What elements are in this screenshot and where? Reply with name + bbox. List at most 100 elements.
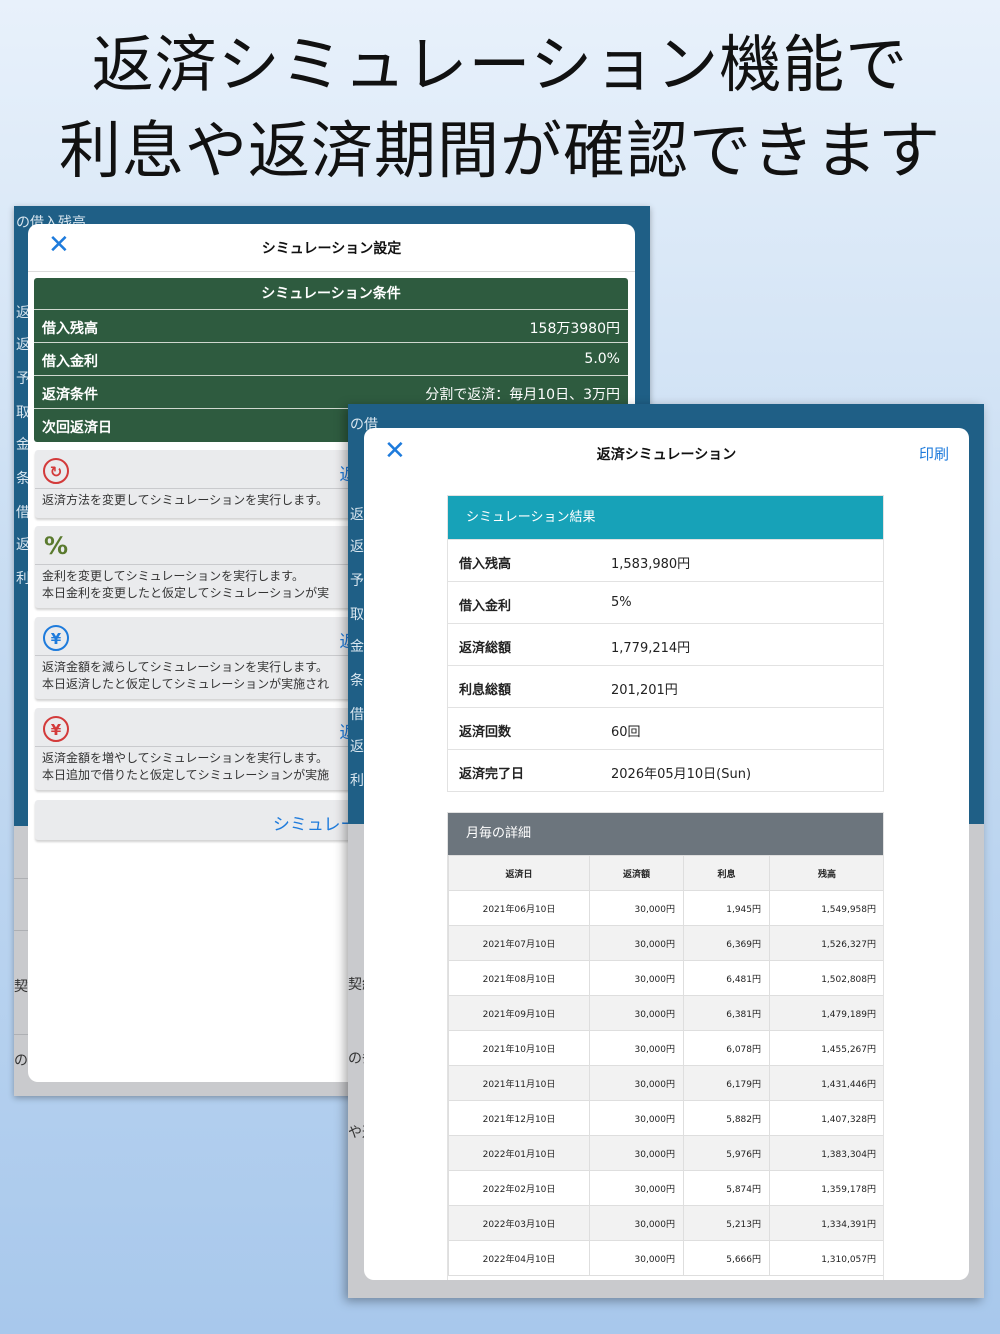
condition-value: 158万3980円 [529, 321, 620, 337]
table-row: 2022年02月10日 30,000円 5,874円 1,359,178円 [448, 1170, 883, 1206]
table-row: 2022年04月10日 30,000円 5,666円 1,310,057円 [448, 1240, 883, 1276]
result-label: 利息総額 [459, 683, 512, 698]
result-value: 5% [611, 595, 632, 610]
interest-cell: 6,381円 [683, 995, 770, 1031]
bg-fragment: 返 [350, 507, 364, 523]
repayment-amount-cell: 30,000円 [589, 1170, 684, 1206]
table-row: 2021年11月10日 30,000円 6,179円 1,431,446円 [448, 1065, 883, 1101]
option-desc-line: 本日追加で借りたと仮定してシミュレーションが実施 [42, 768, 330, 782]
repayment-amount-cell: 30,000円 [589, 1100, 684, 1136]
balance-cell: 1,431,446円 [769, 1065, 883, 1101]
option-desc-line: 返済金額を増やしてシミュレーションを実行します。 [42, 751, 328, 765]
modal-title: シミュレーション設定 [261, 241, 402, 257]
interest-cell: 5,976円 [683, 1135, 770, 1171]
interest-cell: 6,369円 [683, 925, 770, 961]
condition-label: 借入残高 [42, 321, 98, 337]
repayment-amount-cell: 30,000円 [589, 925, 684, 961]
repayment-amount-cell: 30,000円 [589, 1030, 684, 1066]
result-label: 返済完了日 [459, 767, 525, 782]
repayment-amount-cell: 30,000円 [589, 995, 684, 1031]
table-body: 2021年06月10日 30,000円 1,945円 1,549,958円 2021年0… [448, 890, 883, 1276]
option-desc-line: 返済金額を減らしてシミュレーションを実行します。 [42, 660, 328, 674]
monthly-detail-table: 返済日 返済額 利息 残高 2021年06月10日 30,000円 1,945円 1,… [448, 855, 883, 1276]
balance-cell: 1,549,958円 [769, 890, 883, 926]
interest-cell: 5,882円 [683, 1100, 770, 1136]
column-header: 返済額 [589, 855, 684, 891]
interest-cell: 5,213円 [683, 1205, 770, 1241]
repayment-date-cell: 2022年02月10日 [448, 1170, 590, 1206]
headline-line-2: 利息や返済期間が確認できます [58, 114, 941, 187]
balance-cell: 1,479,189円 [769, 995, 883, 1031]
detail-header: 月毎の詳細 [448, 813, 883, 855]
option-desc-line: 金利を変更してシミュレーションを実行します。 [42, 569, 304, 583]
table-row: 2022年03月10日 30,000円 5,213円 1,334,391円 [448, 1205, 883, 1241]
result-value: 201,201円 [611, 683, 678, 698]
option-description: 返済金額を増やしてシミュレーションを実行します。 本日追加で借りたと仮定してシミ… [42, 750, 329, 784]
condition-row: 借入残高 158万3980円 [34, 310, 628, 343]
column-header: 利息 [683, 855, 770, 891]
balance-cell: 1,502,808円 [769, 960, 883, 996]
result-row: 借入残高 1,583,980円 [448, 539, 883, 581]
balance-cell: 1,359,178円 [769, 1170, 883, 1206]
result-row: 借入金利 5% [448, 581, 883, 623]
table-header-row: 返済日 返済額 利息 残高 [448, 855, 883, 891]
result-row: 返済完了日 2026年05月10日(Sun) [448, 749, 883, 791]
result-row: 利息総額 201,201円 [448, 665, 883, 707]
table-row: 2021年07月10日 30,000円 6,369円 1,526,327円 [448, 925, 883, 961]
option-desc-line: 本日金利を変更したと仮定してシミュレーションが実 [42, 586, 330, 600]
bg-fragment: 条 [350, 673, 364, 689]
headline: 返済シミュレーション機能で 利息や返済期間が確認できます [0, 22, 1000, 194]
table-row: 2021年09月10日 30,000円 6,381円 1,479,189円 [448, 995, 883, 1031]
result-label: 返済総額 [459, 641, 512, 656]
bg-fragment: 利 [350, 773, 364, 789]
print-button[interactable]: 印刷 [919, 443, 949, 464]
simulation-result-card: シミュレーション結果 借入残高 1,583,980円 借入金利 5% 返済総額 … [447, 495, 884, 792]
option-desc-line: 本日返済したと仮定してシミュレーションが実施され [42, 677, 330, 691]
result-value: 2026年05月10日(Sun) [611, 767, 752, 782]
interest-cell: 6,078円 [683, 1030, 770, 1066]
condition-row: 借入金利 5.0% [34, 343, 628, 376]
interest-cell: 1,945円 [683, 890, 770, 926]
repayment-date-cell: 2021年09月10日 [448, 995, 590, 1031]
result-row: 返済回数 60回 [448, 707, 883, 749]
result-value: 1,583,980円 [611, 557, 691, 572]
headline-line-1: 返済シミュレーション機能で [91, 28, 909, 101]
condition-value: 5.0% [584, 351, 620, 367]
interest-cell: 5,874円 [683, 1170, 770, 1206]
interest-cell: 5,666円 [683, 1240, 770, 1276]
result-label: 借入残高 [459, 557, 512, 572]
modal-header: ✕ シミュレーション設定 [28, 224, 635, 272]
option-desc-line: 返済方法を変更してシミュレーションを実行します。 [42, 493, 328, 507]
table-row: 2021年12月10日 30,000円 5,882円 1,407,328円 [448, 1100, 883, 1136]
column-header: 残高 [769, 855, 883, 891]
option-description: 返済方法を変更してシミュレーションを実行します。 [42, 492, 328, 509]
repayment-date-cell: 2022年04月10日 [448, 1240, 590, 1276]
repayment-amount-cell: 30,000円 [589, 960, 684, 996]
interest-cell: 6,481円 [683, 960, 770, 996]
bg-fragment: 返 [350, 739, 364, 755]
repayment-date-cell: 2022年01月10日 [448, 1135, 590, 1171]
result-value: 1,779,214円 [611, 641, 691, 656]
bg-fragment: 返 [350, 539, 364, 555]
result-label: 借入金利 [459, 599, 512, 614]
monthly-detail-card: 月毎の詳細 返済日 返済額 利息 残高 2021年06月10日 30,000円 1,… [447, 812, 884, 1280]
table-row: 2021年10月10日 30,000円 6,078円 1,455,267円 [448, 1030, 883, 1066]
column-header: 返済日 [448, 855, 590, 891]
bg-fragment: 金 [350, 639, 364, 655]
option-description: 金利を変更してシミュレーションを実行します。 本日金利を変更したと仮定してシミュ… [42, 568, 329, 602]
balance-cell: 1,334,391円 [769, 1205, 883, 1241]
repayment-amount-cell: 30,000円 [589, 1065, 684, 1101]
repayment-amount-cell: 30,000円 [589, 1135, 684, 1171]
repayment-date-cell: 2021年07月10日 [448, 925, 590, 961]
condition-label: 返済条件 [42, 387, 98, 403]
conditions-header: シミュレーション条件 [34, 278, 628, 310]
condition-value: 分割で返済：毎月10日、3万円 [425, 387, 620, 403]
condition-label: 次回返済日 [42, 420, 112, 436]
bg-fragment: 予 [350, 573, 364, 589]
balance-cell: 1,310,057円 [769, 1240, 883, 1276]
balance-cell: 1,383,304円 [769, 1135, 883, 1171]
repayment-amount-cell: 30,000円 [589, 1205, 684, 1241]
interest-cell: 6,179円 [683, 1065, 770, 1101]
table-row: 2021年08月10日 30,000円 6,481円 1,502,808円 [448, 960, 883, 996]
table-row: 2021年06月10日 30,000円 1,945円 1,549,958円 [448, 890, 883, 926]
